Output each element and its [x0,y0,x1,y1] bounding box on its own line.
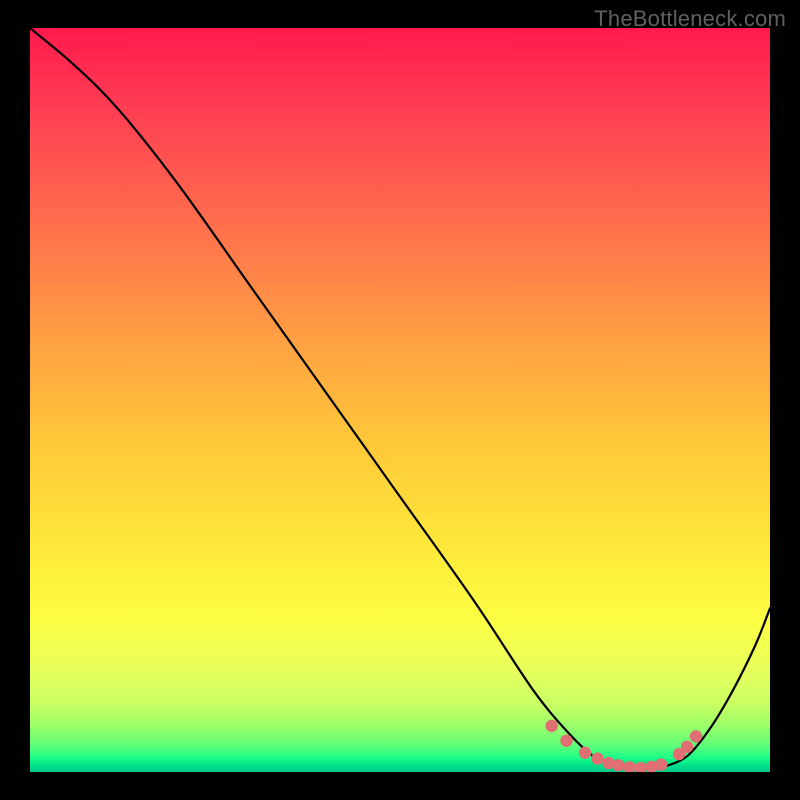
valley-dot [591,752,603,764]
curve-layer [30,28,770,772]
valley-dot [546,720,558,732]
plot-area [30,28,770,772]
valley-markers [546,720,703,772]
valley-dot [579,747,591,759]
valley-dot [634,762,646,772]
valley-dot [655,758,667,770]
chart-frame: TheBottleneck.com [0,0,800,800]
valley-dot [690,730,702,742]
bottleneck-curve [30,28,770,769]
valley-dot [560,735,572,747]
valley-dot [623,761,635,772]
valley-dot [681,741,693,753]
valley-dot [612,759,624,771]
